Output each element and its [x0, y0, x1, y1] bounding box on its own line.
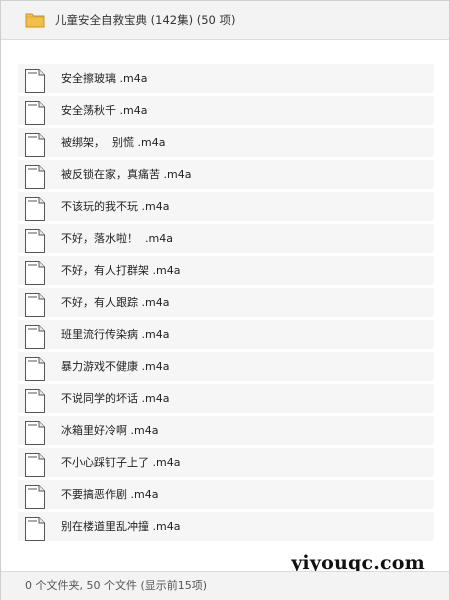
- file-row[interactable]: 暴力游戏不健康 .m4a: [18, 352, 434, 381]
- file-row[interactable]: 不小心踩钉子上了 .m4a: [18, 448, 434, 477]
- file-name: 被绑架， 别慌 .m4a: [61, 136, 166, 149]
- file-row[interactable]: 不说同学的坏话 .m4a: [18, 384, 434, 413]
- document-icon: [25, 133, 45, 157]
- file-row[interactable]: 冰箱里好冷啊 .m4a: [18, 416, 434, 445]
- file-row[interactable]: 不好，有人打群架 .m4a: [18, 256, 434, 285]
- document-icon: [25, 357, 45, 381]
- file-row[interactable]: 被绑架， 别慌 .m4a: [18, 128, 434, 157]
- status-text: 0 个文件夹, 50 个文件 (显示前15项): [25, 579, 208, 592]
- document-icon: [25, 485, 45, 509]
- folder-title: 儿童安全自救宝典 (142集) (50 项): [55, 13, 236, 27]
- file-name: 不说同学的坏话 .m4a: [61, 392, 170, 405]
- title-bar: 儿童安全自救宝典 (142集) (50 项): [1, 1, 449, 40]
- file-row[interactable]: 别在楼道里乱冲撞 .m4a: [18, 512, 434, 541]
- file-row[interactable]: 班里流行传染病 .m4a: [18, 320, 434, 349]
- document-icon: [25, 517, 45, 541]
- document-icon: [25, 421, 45, 445]
- file-name: 安全荡秋千 .m4a: [61, 104, 148, 117]
- folder-icon: [25, 13, 45, 28]
- file-row[interactable]: 不好，有人跟踪 .m4a: [18, 288, 434, 317]
- file-row[interactable]: 安全擦玻璃 .m4a: [18, 64, 434, 93]
- document-icon: [25, 261, 45, 285]
- file-browser-window: 儿童安全自救宝典 (142集) (50 项) 安全擦玻璃 .m4a 安全荡秋千 .…: [0, 0, 450, 600]
- file-name: 暴力游戏不健康 .m4a: [61, 360, 170, 373]
- file-name: 不该玩的我不玩 .m4a: [61, 200, 170, 213]
- document-icon: [25, 69, 45, 93]
- file-row[interactable]: 被反锁在家，真痛苦 .m4a: [18, 160, 434, 189]
- document-icon: [25, 325, 45, 349]
- file-name: 不好，有人打群架 .m4a: [61, 264, 181, 277]
- file-row[interactable]: 安全荡秋千 .m4a: [18, 96, 434, 125]
- file-name: 被反锁在家，真痛苦 .m4a: [61, 168, 192, 181]
- document-icon: [25, 293, 45, 317]
- status-bar: 0 个文件夹, 50 个文件 (显示前15项): [1, 571, 449, 600]
- file-name: 冰箱里好冷啊 .m4a: [61, 424, 159, 437]
- file-row[interactable]: 不好，落水啦！ .m4a: [18, 224, 434, 253]
- file-list: 安全擦玻璃 .m4a 安全荡秋千 .m4a 被绑架， 别慌 .m4a 被反锁在家，真痛…: [18, 64, 434, 544]
- file-name: 不好，落水啦！ .m4a: [61, 232, 173, 245]
- file-name: 安全擦玻璃 .m4a: [61, 72, 148, 85]
- document-icon: [25, 197, 45, 221]
- file-name: 别在楼道里乱冲撞 .m4a: [61, 520, 181, 533]
- document-icon: [25, 453, 45, 477]
- file-row[interactable]: 不该玩的我不玩 .m4a: [18, 192, 434, 221]
- file-row[interactable]: 不要搞恶作剧 .m4a: [18, 480, 434, 509]
- document-icon: [25, 101, 45, 125]
- file-name: 不要搞恶作剧 .m4a: [61, 488, 159, 501]
- document-icon: [25, 229, 45, 253]
- document-icon: [25, 389, 45, 413]
- file-name: 不好，有人跟踪 .m4a: [61, 296, 170, 309]
- file-name: 不小心踩钉子上了 .m4a: [61, 456, 181, 469]
- file-name: 班里流行传染病 .m4a: [61, 328, 170, 341]
- document-icon: [25, 165, 45, 189]
